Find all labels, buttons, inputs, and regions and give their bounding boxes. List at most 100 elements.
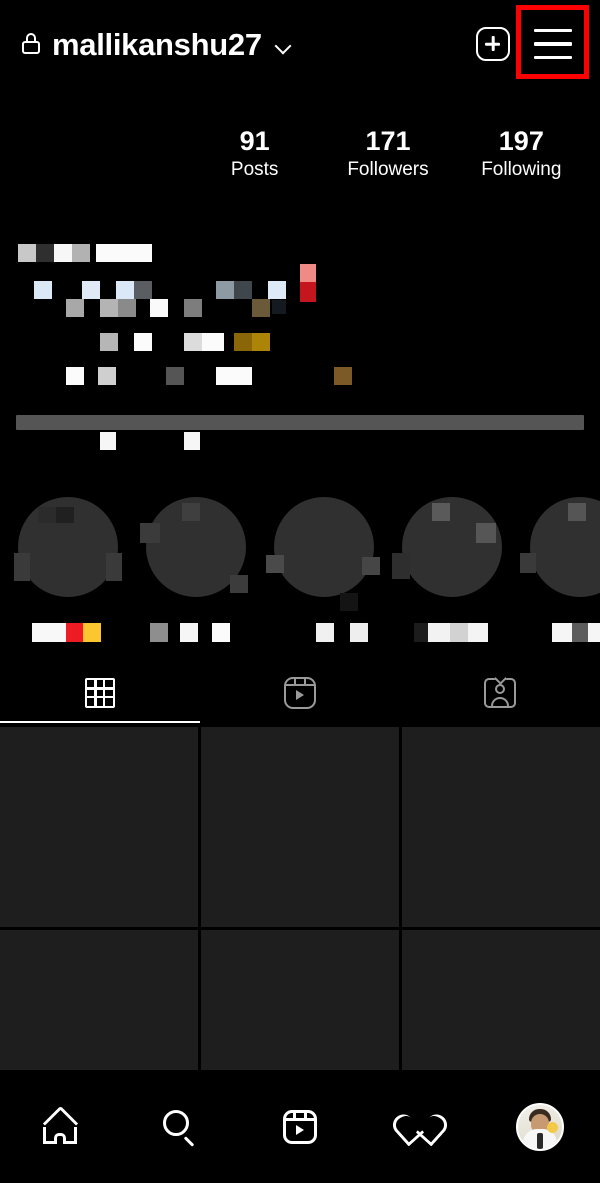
bio-censored-block (202, 333, 224, 351)
nav-profile[interactable] (480, 1102, 600, 1151)
bio-censored-block (34, 281, 52, 299)
highlight-censor-block (140, 523, 160, 543)
bottom-navigation (0, 1070, 600, 1183)
highlight-cover-censored (274, 497, 374, 597)
bio-censored-block (184, 333, 202, 351)
highlight-censor-block (520, 553, 536, 573)
followers-count: 171 (365, 126, 411, 156)
highlight-2[interactable] (140, 497, 248, 642)
highlight-5[interactable] (520, 497, 600, 642)
highlight-censor-block (56, 507, 74, 523)
stat-followers[interactable]: 171 Followers (321, 127, 454, 186)
highlight-censor-block (362, 557, 380, 575)
bio-censored-block (54, 244, 72, 262)
bio-censored-block (184, 432, 200, 450)
highlight-censor-block (568, 503, 586, 521)
bio-censored-block (36, 244, 54, 262)
bio-censored-block (100, 333, 118, 351)
highlight-censor-block (230, 575, 248, 593)
following-label: Following (481, 159, 562, 181)
tab-reels[interactable] (200, 663, 400, 723)
bio-censored-block (100, 432, 116, 450)
bio-censored-block (268, 281, 286, 299)
highlight-censor-block (14, 553, 30, 581)
bio-censored-block (334, 367, 352, 385)
bio-censored-block (272, 300, 286, 314)
profile-action-buttons[interactable] (16, 415, 584, 430)
username-area[interactable]: mallikanshu27 (0, 29, 291, 60)
bio-censored-block (234, 333, 252, 351)
highlight-censor-block (106, 553, 122, 581)
bio-censored-block (98, 367, 116, 385)
highlight-censor-block (182, 503, 200, 521)
bio-censored-block (100, 299, 118, 317)
tab-tagged[interactable] (400, 663, 600, 723)
highlight-censor-block (266, 555, 284, 573)
followers-label: Followers (347, 159, 429, 181)
nav-reels[interactable] (240, 1109, 360, 1144)
plus-square-icon[interactable] (476, 27, 510, 61)
bio-censored-block (66, 367, 84, 385)
highlight-censor-block (38, 507, 56, 523)
bio-censored-block (300, 282, 316, 302)
post-grid (0, 727, 600, 1130)
bio-censored-block (216, 367, 252, 385)
header-actions (476, 27, 600, 61)
highlight-label-censored (316, 623, 368, 642)
bio-censored-block (252, 333, 270, 351)
post-tile[interactable] (402, 727, 600, 927)
stat-following[interactable]: 197 Following (455, 127, 588, 186)
post-tile[interactable] (0, 727, 198, 927)
highlight-censor-block (476, 523, 496, 543)
bio-censored-block (252, 299, 270, 317)
bio-censored-block (134, 333, 152, 351)
profile-stats: 91 Posts 171 Followers 197 Following (188, 127, 588, 197)
reels-icon (283, 1109, 317, 1144)
bio-censored-block (300, 264, 316, 282)
stat-posts[interactable]: 91 Posts (188, 127, 321, 186)
highlight-4[interactable] (392, 497, 502, 642)
active-tab-underline (0, 720, 200, 723)
chevron-down-icon[interactable] (276, 39, 291, 54)
grid-icon (85, 678, 115, 708)
highlight-censor-block (340, 593, 358, 611)
highlight-label-censored (32, 623, 101, 642)
profile-tabs (0, 663, 600, 723)
post-tile[interactable] (201, 727, 399, 927)
highlight-label-censored (552, 623, 600, 642)
heart-icon (388, 1109, 452, 1146)
nav-home[interactable] (0, 1105, 120, 1144)
bio-censored-block (216, 281, 234, 299)
highlight-label-censored (150, 623, 230, 642)
posts-count: 91 (239, 126, 270, 156)
search-icon (163, 1109, 197, 1147)
hamburger-menu-icon[interactable] (534, 29, 572, 59)
posts-label: Posts (230, 159, 279, 181)
highlight-censor-block (392, 553, 410, 579)
bio-censored-block (184, 299, 202, 317)
bio-censored-block (116, 281, 134, 299)
profile-header: mallikanshu27 (0, 0, 600, 88)
highlight-cover-censored (530, 497, 600, 597)
highlight-3[interactable] (266, 497, 380, 642)
highlight-censor-block (432, 503, 450, 521)
tab-grid[interactable] (0, 663, 200, 723)
bio-censored-block (82, 281, 100, 299)
home-icon (41, 1105, 79, 1144)
avatar (516, 1102, 564, 1151)
bio-censored-block (166, 367, 184, 385)
nav-search[interactable] (120, 1109, 240, 1147)
reels-icon (284, 677, 316, 709)
bio-censored-block (72, 244, 90, 262)
highlight-label-censored (414, 623, 488, 642)
bio-censored-block (234, 281, 252, 299)
lock-icon (22, 33, 40, 55)
highlight-1[interactable] (14, 497, 122, 642)
page-title: mallikanshu27 (52, 26, 262, 62)
bio-censored-block (134, 281, 152, 299)
nav-activity[interactable] (360, 1109, 480, 1146)
bio-censored-block (96, 244, 152, 262)
story-highlights-row (0, 485, 600, 642)
tagged-user-icon (484, 672, 516, 708)
bio-censored-block (150, 299, 168, 317)
